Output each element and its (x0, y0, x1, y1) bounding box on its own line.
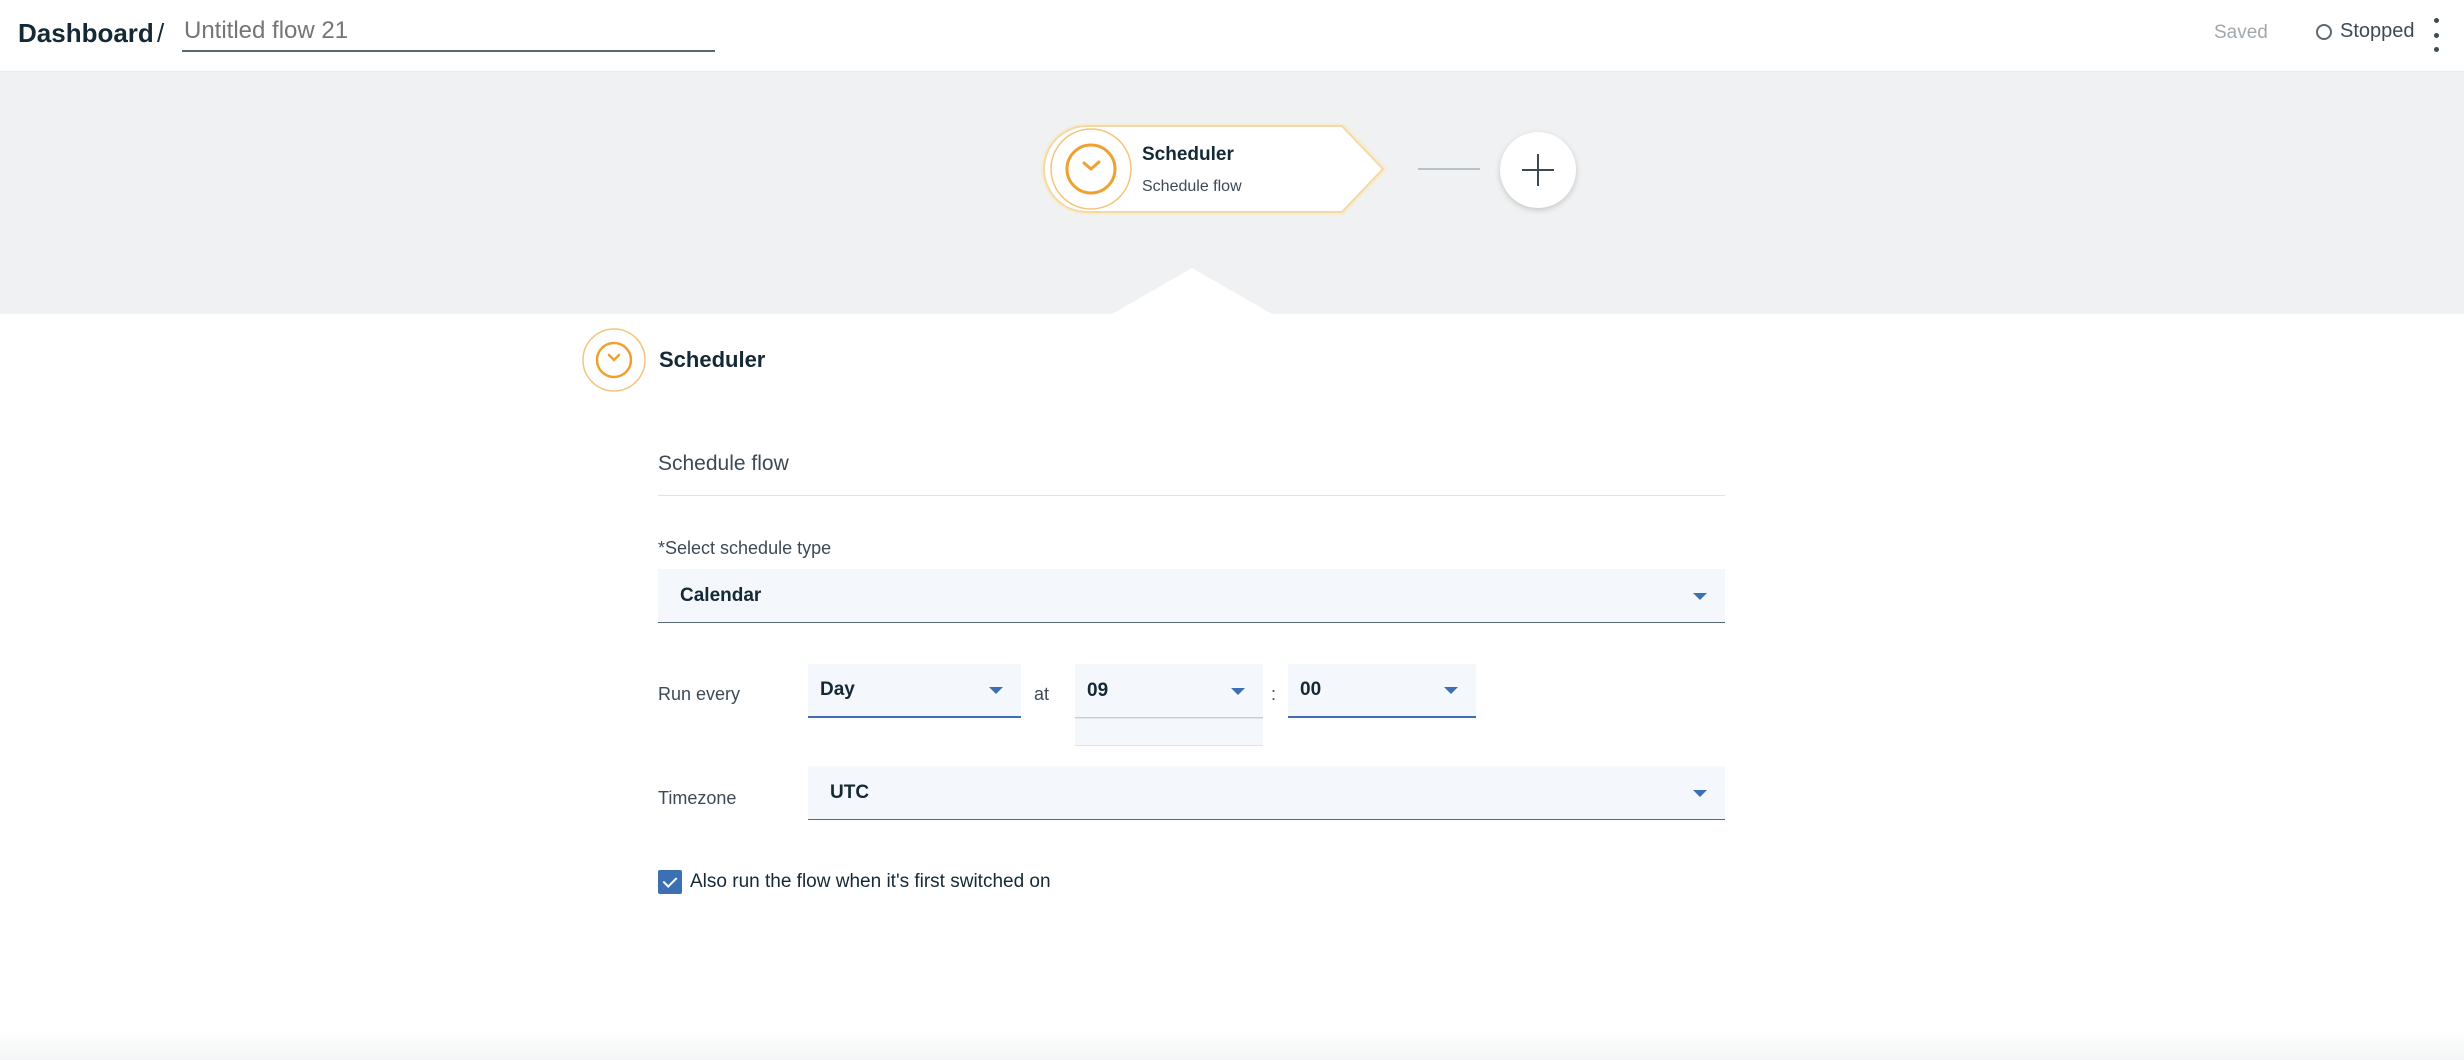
scheduler-node[interactable]: Scheduler Schedule flow (1038, 120, 1394, 218)
chevron-down-icon (1693, 592, 1707, 600)
chevron-down-icon (989, 687, 1003, 694)
clock-icon (1050, 128, 1132, 210)
node-subtitle: Schedule flow (1142, 178, 1242, 195)
run-on-switch-checkbox[interactable] (658, 870, 682, 894)
chevron-down-icon (1693, 789, 1707, 797)
timezone-select[interactable]: UTC (808, 766, 1725, 820)
chevron-down-icon (1444, 687, 1458, 694)
node-title: Scheduler (1142, 144, 1234, 165)
chevron-down-icon (1231, 687, 1245, 695)
at-label: at (1034, 684, 1050, 704)
minute-select[interactable]: 00 (1288, 664, 1476, 718)
schedule-type-label: *Select schedule type (658, 538, 832, 558)
panel-pointer (1112, 268, 1272, 314)
description-field[interactable]: Schedule flow (658, 452, 1725, 496)
run-status-label: Stopped (2340, 20, 2415, 42)
app-header: Dashboard / Saved Stopped (0, 0, 2464, 72)
breadcrumb-separator: / (157, 18, 165, 48)
timezone-value: UTC (830, 781, 870, 803)
panel-title: Scheduler (659, 347, 766, 372)
run-on-switch-label[interactable]: Also run the flow when it's first switch… (690, 871, 1051, 893)
flow-name-input[interactable] (182, 12, 715, 52)
save-state-label: Saved (2214, 22, 2268, 43)
node-connector (1418, 168, 1480, 170)
timezone-label: Timezone (658, 788, 737, 808)
breadcrumb-dashboard-link[interactable]: Dashboard (18, 18, 154, 49)
description-text: Schedule flow (658, 452, 789, 475)
schedule-type-select[interactable]: Calendar (658, 569, 1725, 623)
status-ring-icon (2316, 23, 2332, 40)
minute-value: 00 (1300, 679, 1322, 700)
flow-canvas: Scheduler Schedule flow (0, 72, 2464, 314)
bottom-fade (0, 1030, 2464, 1060)
schedule-type-value: Calendar (680, 584, 762, 606)
add-step-button[interactable] (1500, 132, 1576, 208)
run-every-label: Run every (658, 684, 741, 704)
hour-helper-bar (1075, 718, 1263, 746)
run-every-unit-value: Day (820, 679, 855, 700)
run-every-unit-select[interactable]: Day (808, 664, 1021, 718)
time-separator: : (1271, 684, 1277, 704)
overflow-menu-icon[interactable] (2428, 18, 2444, 52)
hour-select[interactable]: 09 (1075, 664, 1263, 718)
clock-icon (582, 328, 646, 392)
hour-value: 09 (1087, 679, 1109, 701)
run-status[interactable]: Stopped (2316, 20, 2415, 43)
